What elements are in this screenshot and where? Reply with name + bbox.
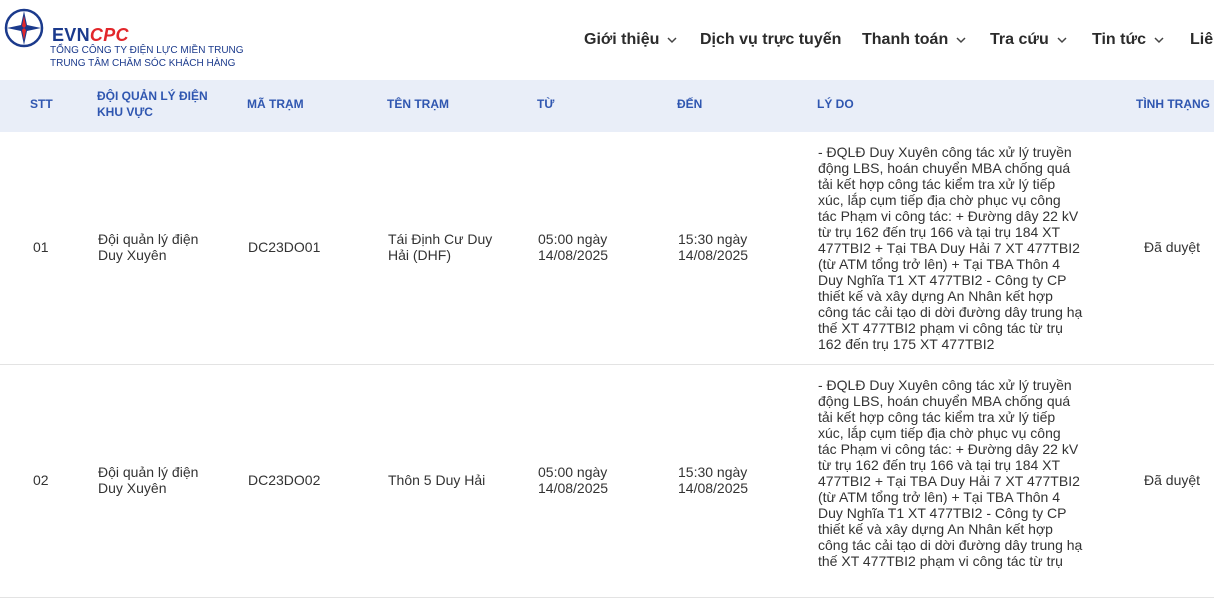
cell-tu-line2: 14/08/2025 bbox=[538, 247, 609, 263]
chevron-down-icon bbox=[665, 33, 679, 47]
reason-line: từ trụ 162 đến trụ 166 và tại trụ 184 XT bbox=[818, 224, 1061, 240]
chevron-down-icon bbox=[1055, 33, 1069, 47]
cell-tu: 05:00 ngày 14/08/2025 bbox=[538, 231, 608, 263]
nav-item-tin-tuc[interactable]: Tin tức bbox=[1092, 30, 1166, 50]
status-badge: Đã duyệt bbox=[1144, 239, 1201, 255]
reason-line: tải kết hợp công tác kiểm tra xử lý tiếp bbox=[818, 176, 1056, 192]
nav-item-gioi-thieu[interactable]: Giới thiệu bbox=[584, 30, 679, 50]
cell-den-line1: 15:30 ngày bbox=[678, 464, 748, 480]
reason-line: 477TBI2 + Tại TBA Duy Hải 7 XT 477TBI2 bbox=[818, 240, 1080, 256]
reason-line: xúc, lắp cụm tiếp địa chờ phục vụ công bbox=[818, 192, 1061, 208]
reason-line: công tác cải tạo di dời đường dây trung … bbox=[818, 537, 1083, 553]
brand-subtitle-1: TỔNG CÔNG TY ĐIỆN LỰC MIỀN TRUNG bbox=[50, 45, 244, 56]
nav-label: Liê bbox=[1190, 31, 1214, 48]
reason-line: 162 đến trụ 175 XT 477TBI2 bbox=[818, 336, 995, 352]
cell-den-line2: 14/08/2025 bbox=[678, 480, 749, 496]
nav-label: Thanh toán bbox=[862, 31, 949, 48]
brand-subtitle-2: TRUNG TÂM CHĂM SÓC KHÁCH HÀNG bbox=[50, 58, 236, 69]
cell-tu-line1: 05:00 ngày bbox=[538, 231, 608, 247]
cell-ma-tram: DC23DO01 bbox=[248, 239, 321, 255]
col-header-stt: STT bbox=[30, 97, 53, 111]
reason-line: (từ ATM tổng trở lên) + Tại TBA Thôn 4 bbox=[818, 489, 1061, 505]
nav-item-lien-he[interactable]: Liê bbox=[1190, 30, 1213, 50]
brand-name: EVNCPC bbox=[52, 25, 129, 45]
cell-tu-line1: 05:00 ngày bbox=[538, 464, 608, 480]
table-row: 02 Đội quản lý điện Duy Xuyên DC23DO02 T… bbox=[0, 365, 1214, 598]
reason-line: Duy Nghĩa T1 XT 477TBI2 - Công ty CP bbox=[818, 505, 1067, 521]
cell-stt: 02 bbox=[33, 472, 49, 488]
reason-line: thế XT 477TBI2 phạm vi công tác từ trụ bbox=[818, 320, 1063, 336]
nav-label: Giới thiệu bbox=[584, 31, 660, 48]
cell-tu: 05:00 ngày 14/08/2025 bbox=[538, 464, 608, 496]
cell-doi-line1: Đội quản lý điện bbox=[98, 231, 199, 247]
cell-den-line2: 14/08/2025 bbox=[678, 247, 749, 263]
reason-line: 477TBI2 + Tại TBA Duy Hải 7 XT 477TBI2 bbox=[818, 473, 1080, 489]
site-header: EVNCPC TỔNG CÔNG TY ĐIỆN LỰC MIỀN TRUNG … bbox=[0, 0, 1214, 80]
cell-tu-line2: 14/08/2025 bbox=[538, 480, 609, 496]
cell-doi-line2: Duy Xuyên bbox=[98, 480, 167, 496]
col-header-ly-do: LÝ DO bbox=[817, 97, 854, 111]
chevron-down-icon bbox=[954, 33, 968, 47]
cell-ten-tram: Tái Định Cư Duy Hải (DHF) bbox=[388, 231, 492, 263]
cell-stt: 01 bbox=[33, 239, 49, 255]
evn-logo-icon bbox=[4, 8, 44, 48]
col-header-den: ĐẾN bbox=[677, 97, 703, 111]
table-row: 01 Đội quản lý điện Duy Xuyên DC23DO01 T… bbox=[0, 132, 1214, 365]
reason-line: tác Phạm vi công tác: + Đường dây 22 kV bbox=[818, 208, 1079, 224]
nav-label: Dịch vụ trực tuyến bbox=[700, 31, 842, 48]
nav-item-tra-cuu[interactable]: Tra cứu bbox=[990, 30, 1069, 50]
reason-line: thiết kế và xây dựng An Nhân kết hợp bbox=[818, 521, 1053, 537]
chevron-down-icon bbox=[1152, 33, 1166, 47]
evncpc-logo[interactable]: EVNCPC TỔNG CÔNG TY ĐIỆN LỰC MIỀN TRUNG … bbox=[4, 8, 264, 72]
col-header-ten-tram: TÊN TRẠM bbox=[387, 97, 449, 111]
cell-den-line1: 15:30 ngày bbox=[678, 231, 748, 247]
brand-evn: EVN bbox=[52, 25, 90, 45]
cell-ly-do: - ĐQLĐ Duy Xuyên công tác xử lý truyền đ… bbox=[818, 377, 1082, 569]
cell-doi-line1: Đội quản lý điện bbox=[98, 464, 199, 480]
nav-item-thanh-toan[interactable]: Thanh toán bbox=[862, 30, 968, 50]
col-header-doi-line1: ĐỘI QUẢN LÝ ĐIỆN bbox=[97, 89, 208, 103]
reason-line: thế XT 477TBI2 phạm vi công tác từ trụ bbox=[818, 553, 1063, 569]
reason-line: xúc, lắp cụm tiếp địa chờ phục vụ công bbox=[818, 425, 1061, 441]
cell-doi: Đội quản lý điện Duy Xuyên bbox=[98, 231, 198, 263]
reason-line: - ĐQLĐ Duy Xuyên công tác xử lý truyền bbox=[818, 377, 1072, 393]
cell-doi: Đội quản lý điện Duy Xuyên bbox=[98, 464, 198, 496]
reason-line: động LBS, hoán chuyển MBA chống quá bbox=[818, 160, 1071, 176]
cell-ten-line1: Thôn 5 Duy Hải bbox=[388, 472, 486, 488]
cell-den: 15:30 ngày 14/08/2025 bbox=[678, 464, 748, 496]
reason-line: tải kết hợp công tác kiểm tra xử lý tiếp bbox=[818, 409, 1056, 425]
reason-line: từ trụ 162 đến trụ 166 và tại trụ 184 XT bbox=[818, 457, 1061, 473]
cell-den: 15:30 ngày 14/08/2025 bbox=[678, 231, 748, 263]
nav-label: Tra cứu bbox=[990, 31, 1049, 48]
col-header-tu: TỪ bbox=[537, 97, 555, 111]
nav-item-dich-vu[interactable]: Dịch vụ trực tuyến bbox=[700, 30, 841, 50]
col-header-tinh-trang: TÌNH TRẠNG bbox=[1136, 97, 1210, 111]
cell-ten-line2: Hải (DHF) bbox=[388, 247, 451, 263]
cell-doi-line2: Duy Xuyên bbox=[98, 247, 167, 263]
col-header-doi-line2: KHU VỰC bbox=[97, 105, 153, 119]
cell-ly-do: - ĐQLĐ Duy Xuyên công tác xử lý truyền đ… bbox=[818, 144, 1082, 352]
cell-ten-line1: Tái Định Cư Duy bbox=[388, 231, 493, 247]
reason-line: công tác cải tạo di dời đường dây trung … bbox=[818, 304, 1083, 320]
reason-line: (từ ATM tổng trở lên) + Tại TBA Thôn 4 bbox=[818, 256, 1061, 272]
reason-line: thiết kế và xây dựng An Nhân kết hợp bbox=[818, 288, 1053, 304]
cell-ten-tram: Thôn 5 Duy Hải bbox=[388, 472, 485, 488]
reason-line: động LBS, hoán chuyển MBA chống quá bbox=[818, 393, 1071, 409]
brand-cpc: CPC bbox=[89, 25, 129, 45]
cell-ma-tram: DC23DO02 bbox=[248, 472, 321, 488]
table-header: STT ĐỘI QUẢN LÝ ĐIỆN KHU VỰC MÃ TRẠM TÊN… bbox=[0, 80, 1214, 132]
reason-line: Duy Nghĩa T1 XT 477TBI2 - Công ty CP bbox=[818, 272, 1067, 288]
col-header-ma-tram: MÃ TRẠM bbox=[247, 97, 304, 111]
nav-label: Tin tức bbox=[1092, 31, 1146, 48]
reason-line: - ĐQLĐ Duy Xuyên công tác xử lý truyền bbox=[818, 144, 1072, 160]
status-badge: Đã duyệt bbox=[1144, 472, 1201, 488]
reason-line: tác Phạm vi công tác: + Đường dây 22 kV bbox=[818, 441, 1079, 457]
col-header-doi: ĐỘI QUẢN LÝ ĐIỆN KHU VỰC bbox=[97, 88, 208, 120]
